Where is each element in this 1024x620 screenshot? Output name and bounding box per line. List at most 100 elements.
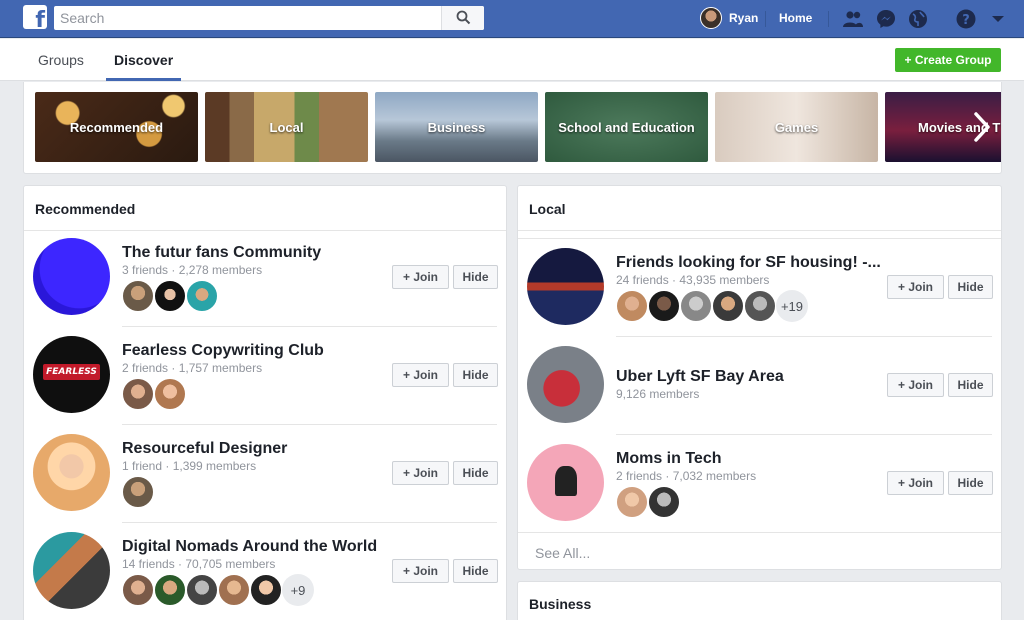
svg-text:?: ? (962, 13, 970, 28)
divider (122, 326, 497, 327)
more-friends-count[interactable]: +19 (776, 290, 808, 322)
hide-button[interactable]: Hide (948, 373, 993, 397)
friend-avatar[interactable] (186, 280, 218, 312)
chevron-right-icon[interactable] (970, 110, 994, 144)
group-meta: 3 friends · 2,278 members (122, 263, 263, 277)
hide-button[interactable]: Hide (453, 265, 498, 289)
group-name[interactable]: The futur fans Community (122, 244, 321, 262)
help-icon[interactable]: ? (954, 7, 978, 31)
group-name[interactable]: Friends looking for SF housing! -... (616, 254, 881, 272)
friend-avatar[interactable] (648, 290, 680, 322)
friend-avatar[interactable] (122, 476, 154, 508)
friend-avatar[interactable] (250, 574, 282, 606)
hide-button[interactable]: Hide (948, 275, 993, 299)
join-button[interactable]: + Join (392, 265, 449, 289)
friend-avatar[interactable] (154, 574, 186, 606)
group-name[interactable]: Digital Nomads Around the World (122, 538, 377, 556)
group-thumbnail-logo: FEARLESS (43, 364, 100, 380)
friend-avatars: +19 (616, 290, 808, 322)
group-thumbnail[interactable] (33, 434, 110, 511)
friend-avatars (122, 280, 218, 312)
hide-button[interactable]: Hide (453, 461, 498, 485)
divider (24, 230, 506, 231)
account-menu-caret-icon[interactable] (986, 7, 1010, 31)
divider (122, 522, 497, 523)
group-thumbnail-figure (555, 466, 577, 496)
friend-avatars (616, 486, 680, 518)
friend-avatars: +9 (122, 574, 314, 606)
search-button[interactable] (441, 6, 484, 30)
nav-divider (765, 11, 766, 27)
globe-notifications-icon[interactable] (906, 7, 930, 31)
business-groups-card: Business (517, 581, 1002, 620)
friend-avatar[interactable] (186, 574, 218, 606)
home-link[interactable]: Home (779, 11, 812, 25)
category-label: Games (774, 119, 819, 135)
category-games[interactable]: Games (715, 92, 878, 162)
group-name[interactable]: Resourceful Designer (122, 440, 287, 458)
group-name[interactable]: Moms in Tech (616, 450, 722, 468)
friend-avatar[interactable] (616, 486, 648, 518)
category-label: Local (269, 119, 304, 135)
more-friends-count[interactable]: +9 (282, 574, 314, 606)
divider (518, 230, 1001, 231)
search-input[interactable] (54, 6, 442, 30)
group-meta: 1 friend · 1,399 members (122, 459, 257, 473)
friend-avatars (122, 378, 186, 410)
group-thumbnail[interactable] (33, 238, 110, 315)
category-label: Business (427, 119, 486, 135)
friend-avatars (122, 476, 154, 508)
messenger-icon[interactable] (874, 7, 898, 31)
group-thumbnail[interactable] (33, 532, 110, 609)
group-name[interactable]: Uber Lyft SF Bay Area (616, 368, 784, 386)
category-carousel: Recommended Local Business School and Ed… (23, 82, 1002, 174)
divider (616, 336, 992, 337)
join-button[interactable]: + Join (392, 363, 449, 387)
join-button[interactable]: + Join (392, 461, 449, 485)
group-thumbnail[interactable] (527, 346, 604, 423)
join-button[interactable]: + Join (392, 559, 449, 583)
group-meta: 14 friends · 70,705 members (122, 557, 276, 571)
friend-avatar[interactable] (680, 290, 712, 322)
category-recommended[interactable]: Recommended (35, 92, 198, 162)
friend-avatar[interactable] (744, 290, 776, 322)
hide-button[interactable]: Hide (453, 559, 498, 583)
profile-name: Ryan (729, 11, 759, 25)
category-label: Recommended (69, 119, 164, 135)
join-button[interactable]: + Join (887, 373, 944, 397)
category-local[interactable]: Local (205, 92, 368, 162)
friend-avatar[interactable] (154, 378, 186, 410)
group-name[interactable]: Fearless Copywriting Club (122, 342, 324, 360)
friend-avatar[interactable] (648, 486, 680, 518)
card-title: Business (529, 596, 592, 612)
card-title: Local (529, 201, 566, 217)
friend-requests-icon[interactable] (841, 7, 865, 31)
group-thumbnail[interactable]: FEARLESS (33, 336, 110, 413)
facebook-logo-icon[interactable]: f (23, 5, 47, 29)
hide-button[interactable]: Hide (453, 363, 498, 387)
profile-link[interactable]: Ryan (700, 6, 758, 30)
join-button[interactable]: + Join (887, 275, 944, 299)
see-all-link[interactable]: See All... (535, 545, 590, 561)
friend-avatar[interactable] (712, 290, 744, 322)
friend-avatar[interactable] (154, 280, 186, 312)
tab-groups[interactable]: Groups (38, 39, 84, 81)
card-title: Recommended (35, 201, 136, 217)
friend-avatar[interactable] (122, 574, 154, 606)
friend-avatar[interactable] (616, 290, 648, 322)
divider (122, 424, 497, 425)
tab-discover[interactable]: Discover (106, 39, 182, 81)
friend-avatar[interactable] (122, 280, 154, 312)
category-label: School and Education (558, 119, 695, 135)
top-navigation-bar: f Ryan Home ? (0, 0, 1024, 38)
hide-button[interactable]: Hide (948, 471, 993, 495)
friend-avatar[interactable] (122, 378, 154, 410)
group-thumbnail[interactable] (527, 444, 604, 521)
join-button[interactable]: + Join (887, 471, 944, 495)
category-business[interactable]: Business (375, 92, 538, 162)
friend-avatar[interactable] (218, 574, 250, 606)
create-group-button[interactable]: + Create Group (895, 48, 1001, 72)
search-bar (54, 6, 484, 30)
category-school-and-education[interactable]: School and Education (545, 92, 708, 162)
group-thumbnail[interactable] (527, 248, 604, 325)
